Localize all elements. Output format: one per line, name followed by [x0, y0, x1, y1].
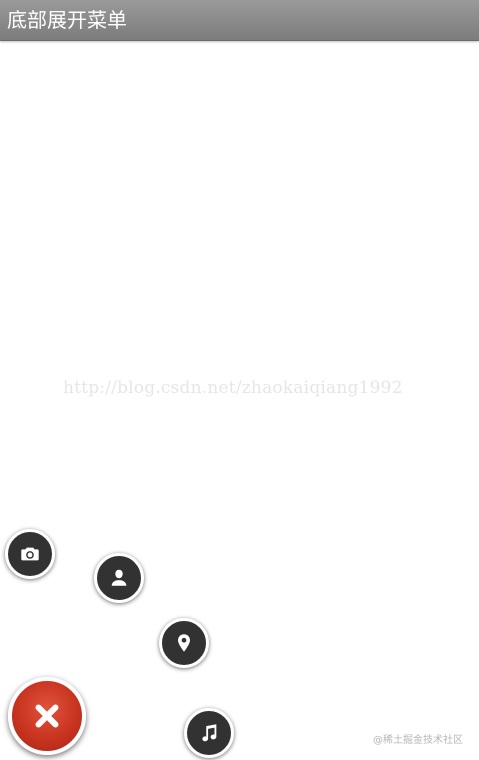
location-menu-button[interactable]: [159, 618, 209, 668]
close-menu-button[interactable]: [8, 677, 86, 755]
music-menu-button[interactable]: [184, 708, 234, 758]
music-note-icon: [202, 724, 217, 742]
camera-icon: [21, 547, 39, 561]
watermark-url: http://blog.csdn.net/zhaokaiqiang1992: [63, 378, 403, 398]
app-screen: 底部展开菜单 http://blog.csdn.net/zhaokaiqiang…: [0, 0, 479, 760]
corner-watermark: @稀土掘金技术社区: [373, 735, 463, 746]
location-pin-icon: [178, 634, 190, 652]
person-icon: [111, 569, 127, 586]
person-menu-button[interactable]: [94, 553, 144, 603]
close-icon: [35, 704, 59, 728]
camera-menu-button[interactable]: [5, 529, 55, 579]
title-bar: 底部展开菜单: [0, 0, 479, 41]
page-title: 底部展开菜单: [7, 8, 127, 32]
